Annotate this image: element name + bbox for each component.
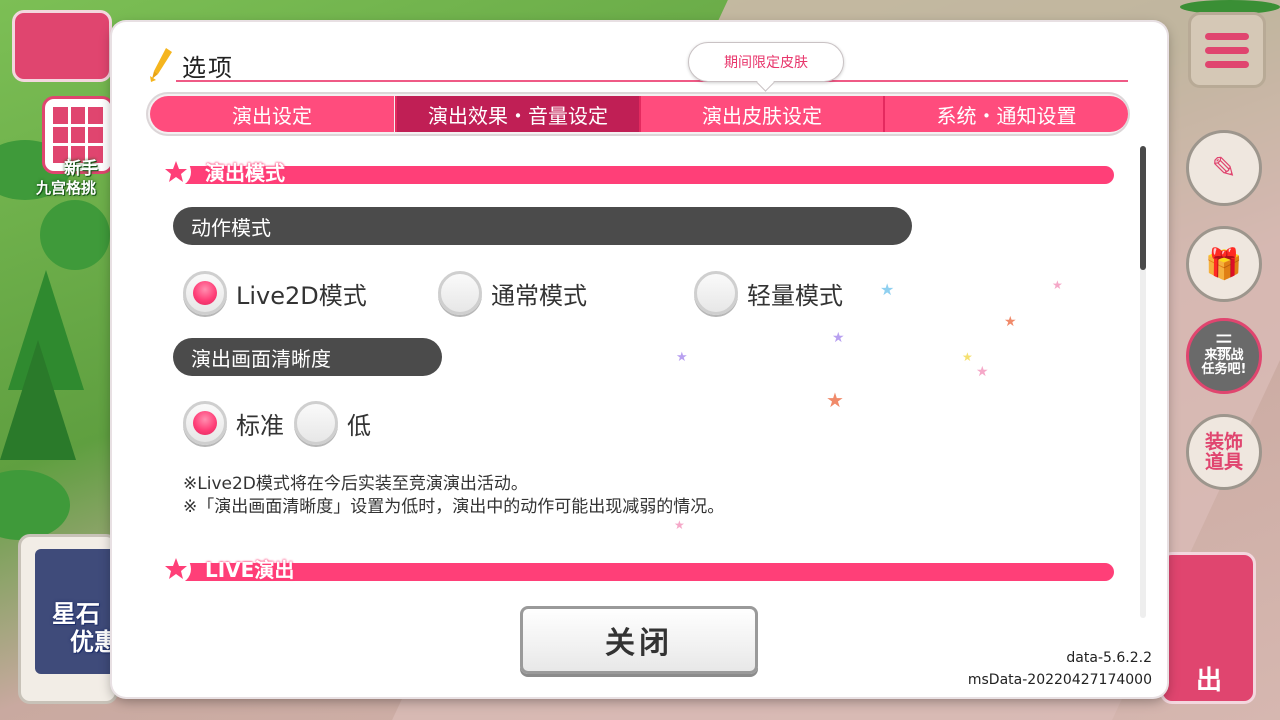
section-live-performance: LIVE演出 (161, 554, 1114, 584)
promo-banner-line1: 星石 (52, 600, 100, 628)
scrollbar-thumb[interactable] (1140, 146, 1146, 270)
action-mode-header: 动作模式 (173, 207, 912, 245)
section-title: LIVE演出 (205, 558, 295, 582)
sparkle-star-icon: ★ (832, 330, 845, 346)
newbie-bingo-label[interactable]: 新手 九宫格挑 (36, 160, 116, 198)
bingo-grid-icon (53, 107, 103, 163)
hamburger-icon (1205, 46, 1249, 54)
pen-shortcut-button[interactable]: ✎ (1186, 130, 1262, 206)
msdata-version: msData-20220427174000 (967, 672, 1152, 688)
tree-decoration (0, 340, 76, 460)
hamburger-icon (1205, 32, 1249, 40)
pen-icon (150, 48, 172, 82)
note-clarity: ※「演出画面清晰度」设置为低时，演出中的动作可能出现减弱的情况。 (183, 497, 725, 517)
radio-normal-mode[interactable]: 通常模式 (438, 271, 587, 315)
sparkle-star-icon: ★ (1052, 278, 1063, 292)
newbie-label-line1: 新手 (64, 159, 98, 179)
tab-effects-volume[interactable]: 演出效果・音量设定 (395, 96, 639, 132)
title-underline (176, 80, 1128, 82)
challenge-label-line1: 来挑战 (1204, 348, 1244, 363)
sparkle-star-icon: ★ (962, 350, 973, 364)
sparkle-star-icon: ★ (976, 364, 989, 380)
promo-banner-text: 星石 优惠 (52, 600, 118, 656)
deco-label-line2: 道具 (1204, 451, 1243, 473)
clipboard-icon: ☰ (1215, 330, 1233, 354)
menu-button[interactable] (1188, 12, 1266, 88)
data-version: data-5.6.2.2 (1066, 650, 1152, 666)
radio-live2d-mode[interactable]: Live2D模式 (183, 271, 367, 315)
tab-performance-skin[interactable]: 演出皮肤设定 (639, 96, 883, 132)
mission-challenge-button[interactable]: ☰ 来挑战 任务吧! (1186, 318, 1262, 394)
hamburger-icon (1205, 60, 1249, 68)
dialog-header: 选项 (148, 46, 1128, 82)
radio-label: 标准 (236, 411, 284, 440)
radio-button-selected[interactable] (183, 401, 227, 445)
tab-performance-settings[interactable]: 演出设定 (150, 96, 394, 132)
live-button-label: 出 (1196, 666, 1223, 696)
sparkle-star-icon: ★ (826, 388, 844, 412)
pen-icon: ✎ (1211, 150, 1237, 186)
close-button[interactable]: 关闭 (520, 606, 758, 674)
section-title: 演出模式 (205, 161, 285, 185)
map-button[interactable] (12, 10, 112, 82)
bush-decoration (40, 200, 110, 270)
radio-light-mode[interactable]: 轻量模式 (694, 271, 843, 315)
radio-button-selected[interactable] (183, 271, 227, 315)
radio-button[interactable] (694, 271, 738, 315)
radio-label: 通常模式 (491, 281, 587, 310)
limited-skin-tag: 期间限定皮肤 (688, 42, 844, 82)
dialog-title: 选项 (182, 54, 234, 82)
radio-button[interactable] (438, 271, 482, 315)
sparkle-star-icon: ★ (1004, 314, 1017, 330)
radio-button[interactable] (294, 401, 338, 445)
gift-button[interactable]: 🎁 (1186, 226, 1262, 302)
gift-icon: 🎁 (1205, 246, 1243, 282)
radio-clarity-low[interactable]: 低 (294, 401, 371, 445)
star-icon (161, 554, 191, 584)
radio-label: Live2D模式 (236, 281, 367, 310)
bush-decoration (0, 470, 70, 540)
note-live2d: ※Live2D模式将在今后实装至竞演演出活动。 (183, 474, 528, 494)
section-performance-mode: 演出模式 (161, 157, 1114, 187)
radio-clarity-standard[interactable]: 标准 (183, 401, 284, 445)
sparkle-star-icon: ★ (880, 280, 895, 299)
deco-label-line1: 装饰 (1204, 431, 1243, 453)
decoration-items-button[interactable]: 装饰 道具 (1186, 414, 1262, 490)
newbie-label-line2: 九宫格挑 (36, 179, 97, 197)
promo-banner-line2: 优惠 (70, 628, 118, 656)
settings-tabs: 演出设定 演出效果・音量设定 演出皮肤设定 系统・通知设置 (146, 92, 1130, 136)
challenge-label-line2: 任务吧! (1201, 362, 1247, 377)
radio-label: 轻量模式 (747, 281, 843, 310)
sparkle-star-icon: ★ (676, 350, 688, 365)
tab-system-notification[interactable]: 系统・通知设置 (883, 96, 1128, 132)
star-icon (161, 157, 191, 187)
clarity-header: 演出画面清晰度 (173, 338, 442, 376)
radio-label: 低 (347, 411, 371, 440)
sparkle-star-icon: ★ (674, 518, 685, 532)
